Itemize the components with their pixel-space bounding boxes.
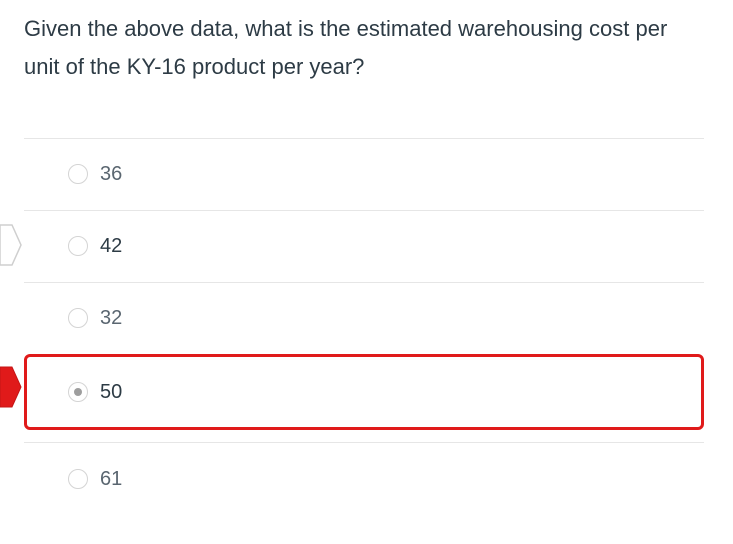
answer-divider	[24, 442, 704, 443]
question-text: Given the above data, what is the estima…	[24, 16, 668, 79]
answer-option-50[interactable]: 50	[24, 354, 704, 430]
answer-divider	[24, 210, 704, 211]
answer-label: 32	[100, 306, 123, 329]
radio-button-checked[interactable]	[68, 382, 88, 402]
answer-option-36[interactable]: 36	[24, 146, 704, 202]
answer-label: 50	[100, 380, 123, 403]
radio-button[interactable]	[68, 164, 88, 184]
radio-button[interactable]	[68, 469, 88, 489]
answer-option-61[interactable]: 61	[24, 451, 704, 507]
answer-divider	[24, 282, 704, 283]
answer-divider	[24, 138, 704, 139]
answer-label: 36	[100, 162, 123, 185]
answer-label: 42	[100, 234, 123, 257]
radio-button[interactable]	[68, 308, 88, 328]
radio-button[interactable]	[68, 236, 88, 256]
white-arrow-icon	[0, 224, 22, 266]
red-arrow-icon	[0, 366, 22, 408]
answer-label: 61	[100, 467, 123, 490]
answer-option-42[interactable]: 42	[24, 218, 704, 274]
answer-option-32[interactable]: 32	[24, 290, 704, 346]
